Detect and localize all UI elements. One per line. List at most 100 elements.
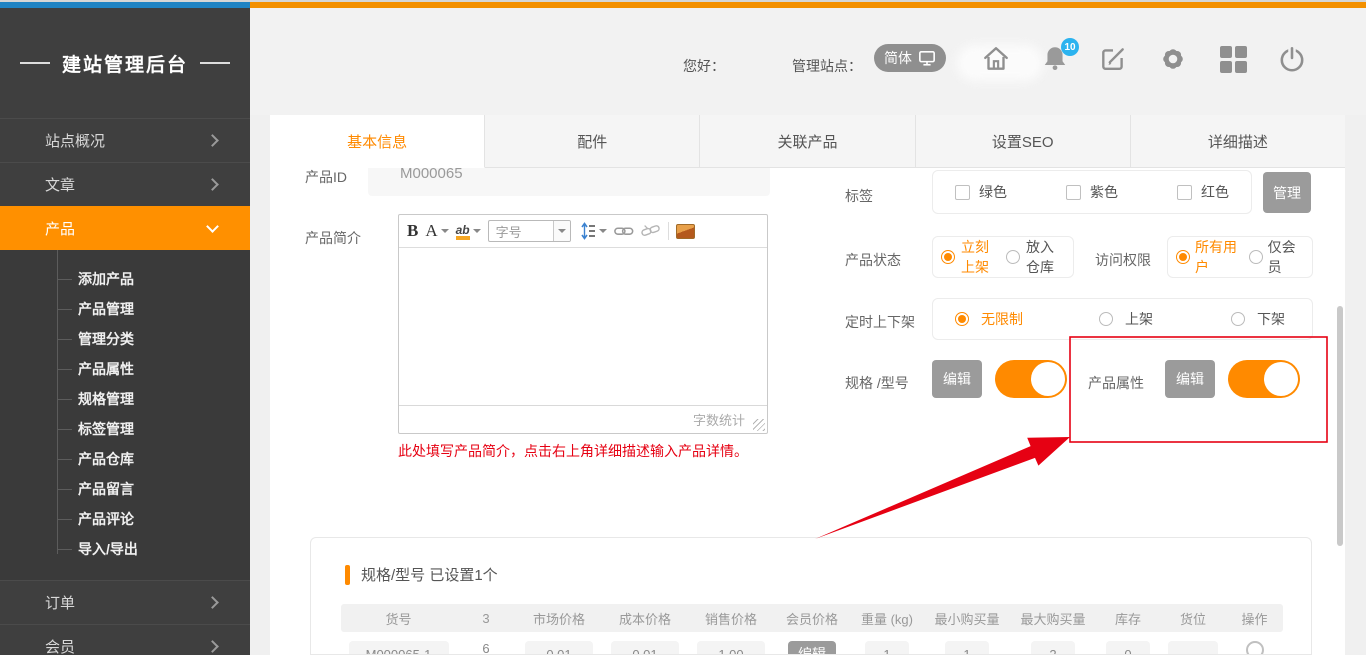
power-icon bbox=[1277, 44, 1307, 74]
col-header-stock: 库存 bbox=[1096, 609, 1160, 628]
stock-field[interactable]: 0 bbox=[1106, 641, 1150, 655]
home-button[interactable] bbox=[981, 44, 1011, 74]
tab-basic-info[interactable]: 基本信息 bbox=[270, 115, 485, 168]
submenu-item-tag-management[interactable]: 标签管理 bbox=[0, 414, 250, 444]
word-count-label: 字数统计 bbox=[693, 410, 745, 429]
max-qty-field[interactable]: 2 bbox=[1031, 641, 1075, 655]
spec-toggle-on[interactable] bbox=[995, 360, 1067, 398]
toggle-knob bbox=[1264, 362, 1298, 396]
line-height-button[interactable] bbox=[578, 222, 607, 240]
chevron-right-icon bbox=[206, 178, 219, 191]
radio-icon-selected[interactable] bbox=[1176, 250, 1190, 264]
checkbox-icon[interactable] bbox=[1177, 185, 1192, 200]
submenu-item-add-product[interactable]: 添加产品 bbox=[0, 264, 250, 294]
link-icon[interactable] bbox=[614, 223, 634, 239]
checkbox-icon[interactable] bbox=[1066, 185, 1081, 200]
tab-accessories[interactable]: 配件 bbox=[485, 115, 700, 168]
access-option-label[interactable]: 所有用户 bbox=[1195, 237, 1244, 277]
schedule-option-label[interactable]: 无限制 bbox=[981, 309, 1023, 329]
top-header: 您好： 管理站点： 简体 10 bbox=[250, 8, 1366, 115]
submenu-item-product-attributes[interactable]: 产品属性 bbox=[0, 354, 250, 384]
tab-seo-settings[interactable]: 设置SEO bbox=[916, 115, 1131, 168]
products-submenu: 添加产品 产品管理 管理分类 产品属性 规格管理 标签管理 产品仓库 产品留言 … bbox=[0, 250, 250, 580]
spec-edit-button[interactable]: 编辑 bbox=[932, 360, 982, 398]
manage-tags-button[interactable]: 管理 bbox=[1263, 172, 1311, 213]
tag-option-red[interactable]: 红色 bbox=[1177, 182, 1229, 202]
radio-icon[interactable] bbox=[1006, 250, 1020, 264]
unlink-icon[interactable] bbox=[641, 222, 661, 240]
sidebar-item-site-overview[interactable]: 站点概况 bbox=[0, 118, 250, 162]
checkbox-icon[interactable] bbox=[955, 185, 970, 200]
settings-button[interactable] bbox=[1158, 44, 1188, 74]
grid-icon bbox=[1218, 44, 1248, 75]
sidebar-item-articles[interactable]: 文章 bbox=[0, 162, 250, 206]
submenu-item-import-export[interactable]: 导入/导出 bbox=[0, 534, 250, 564]
tag-option-purple[interactable]: 紫色 bbox=[1066, 182, 1118, 202]
access-box: 所有用户 仅会员 bbox=[1167, 236, 1313, 278]
status-option-label[interactable]: 放入仓库 bbox=[1026, 237, 1065, 277]
edit-button[interactable] bbox=[1099, 44, 1129, 74]
min-qty-field[interactable]: 1 bbox=[945, 641, 989, 655]
radio-icon[interactable] bbox=[1231, 312, 1245, 326]
cost-price-field[interactable]: 0.01 bbox=[611, 641, 679, 655]
access-option-label[interactable]: 仅会员 bbox=[1268, 237, 1304, 277]
col-header-min-qty: 最小购买量 bbox=[924, 609, 1010, 628]
bold-button[interactable]: B bbox=[407, 221, 418, 241]
insert-image-button[interactable] bbox=[676, 224, 695, 239]
tab-related-products[interactable]: 关联产品 bbox=[700, 115, 915, 168]
weight-field[interactable]: 1 bbox=[865, 641, 909, 655]
font-size-select[interactable]: 字号 bbox=[488, 220, 571, 242]
rich-text-editor: B A ab 字号 bbox=[398, 214, 768, 434]
spec-model-label: 规格 /型号 bbox=[845, 373, 909, 393]
sidebar-item-members[interactable]: 会员 bbox=[0, 624, 250, 655]
access-label: 访问权限 bbox=[1095, 250, 1151, 270]
submenu-item-product-management[interactable]: 产品管理 bbox=[0, 294, 250, 324]
status-option-label[interactable]: 立刻上架 bbox=[961, 237, 1000, 277]
chevron-down-icon bbox=[206, 220, 219, 233]
schedule-option-label[interactable]: 上架 bbox=[1125, 309, 1153, 329]
caret-down-icon bbox=[441, 229, 449, 233]
product-id-label: 产品ID bbox=[305, 167, 347, 187]
notification-badge: 10 bbox=[1061, 38, 1079, 56]
member-price-edit-button[interactable]: 编辑 bbox=[788, 641, 836, 655]
market-price-field[interactable]: 0.01 bbox=[525, 641, 593, 655]
highlight-button[interactable]: ab bbox=[456, 223, 481, 240]
vertical-scrollbar[interactable] bbox=[1337, 306, 1343, 546]
sku-field[interactable]: M000065-1 bbox=[349, 641, 449, 655]
submenu-item-product-messages[interactable]: 产品留言 bbox=[0, 474, 250, 504]
submenu-item-category-management[interactable]: 管理分类 bbox=[0, 324, 250, 354]
manage-site-label: 管理站点： bbox=[792, 56, 862, 76]
schedule-option-label[interactable]: 下架 bbox=[1257, 309, 1285, 329]
sidebar: 建站管理后台 站点概况 文章 产品 添加产品 产品管理 管理分类 产品属性 规格… bbox=[0, 8, 250, 655]
tab-detailed-description[interactable]: 详细描述 bbox=[1131, 115, 1345, 168]
tag-option-green[interactable]: 绿色 bbox=[955, 182, 1007, 202]
sidebar-item-products[interactable]: 产品 bbox=[0, 206, 250, 250]
language-button[interactable]: 简体 bbox=[874, 44, 946, 72]
attr-edit-button[interactable]: 编辑 bbox=[1165, 360, 1215, 398]
submenu-item-spec-management[interactable]: 规格管理 bbox=[0, 384, 250, 414]
radio-icon-selected[interactable] bbox=[941, 250, 955, 264]
apps-button[interactable] bbox=[1218, 44, 1248, 74]
tab-bar: 基本信息 配件 关联产品 设置SEO 详细描述 bbox=[270, 115, 1345, 168]
attr-toggle-on[interactable] bbox=[1228, 360, 1300, 398]
col-header-max-qty: 最大购买量 bbox=[1010, 609, 1096, 628]
product-status-box: 立刻上架 放入仓库 bbox=[932, 236, 1074, 278]
tag-label: 绿色 bbox=[979, 182, 1007, 202]
submenu-item-product-reviews[interactable]: 产品评论 bbox=[0, 504, 250, 534]
col-header-sale-price: 销售价格 bbox=[688, 609, 774, 628]
sidebar-item-orders[interactable]: 订单 bbox=[0, 580, 250, 624]
radio-icon[interactable] bbox=[1099, 312, 1113, 326]
radio-icon-selected[interactable] bbox=[955, 312, 969, 326]
resize-grip[interactable] bbox=[753, 419, 765, 431]
radio-icon[interactable] bbox=[1249, 250, 1263, 264]
location-field[interactable] bbox=[1168, 641, 1218, 655]
editor-text-area[interactable] bbox=[399, 248, 767, 405]
logout-button[interactable] bbox=[1277, 44, 1307, 74]
submenu-item-product-warehouse[interactable]: 产品仓库 bbox=[0, 444, 250, 474]
row-action-icon[interactable] bbox=[1246, 641, 1264, 655]
sale-price-field[interactable]: 1.00 bbox=[697, 641, 765, 655]
notifications-button[interactable]: 10 bbox=[1041, 44, 1071, 74]
col-header-member-price: 会员价格 bbox=[774, 609, 850, 628]
font-color-button[interactable]: A bbox=[425, 221, 448, 241]
chevron-right-icon bbox=[206, 596, 219, 609]
